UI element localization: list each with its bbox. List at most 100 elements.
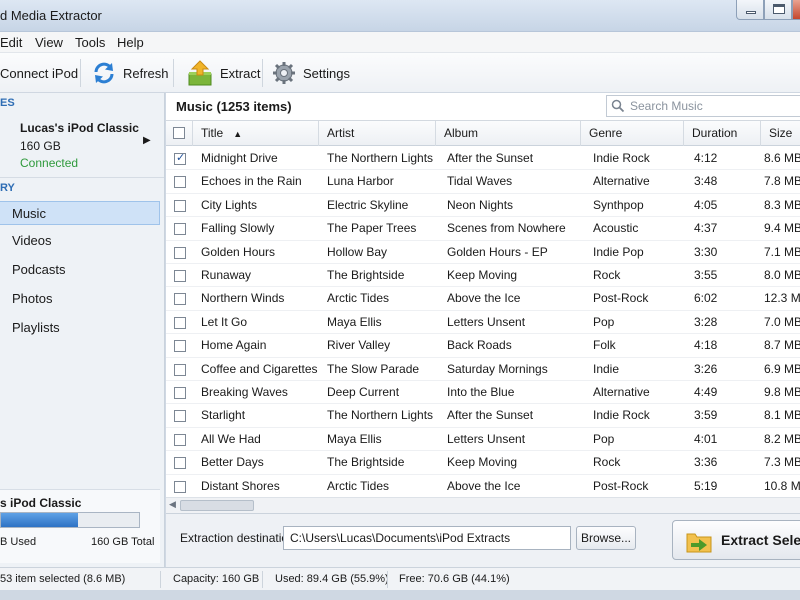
column-album[interactable]: Album — [436, 121, 581, 146]
column-duration[interactable]: Duration — [684, 121, 761, 146]
scroll-left-icon[interactable]: ◀ — [169, 499, 176, 510]
row-checkbox[interactable] — [174, 293, 186, 306]
gear-icon — [273, 62, 295, 84]
table-row[interactable]: Runaway The Brightside Keep Moving Rock 3:55… — [166, 264, 800, 288]
library-header: RY — [0, 182, 15, 194]
music-list-panel: Music (1253 items) Search Music Title ▲ A… — [166, 93, 800, 513]
cell-artist: The Northern Lights — [327, 408, 434, 423]
table-row[interactable]: Let It Go Maya Ellis Letters Unsent Pop 3:28… — [166, 311, 800, 335]
connect-ipod-button[interactable]: Connect iPod — [0, 53, 78, 93]
cell-duration: 4:49 — [694, 385, 718, 399]
cell-artist: Luna Harbor — [327, 174, 394, 189]
cell-album: After the Sunset — [447, 408, 534, 423]
toolbar-divider — [80, 59, 81, 87]
cell-genre: Alternative — [593, 174, 650, 189]
status-divider — [387, 571, 388, 588]
row-checkbox[interactable] — [174, 316, 186, 329]
sidebar-item-photos[interactable]: Photos — [0, 287, 160, 311]
sidebar-item-playlists[interactable]: Playlists — [0, 316, 160, 340]
table-row[interactable]: Home Again River Valley Back Roads Folk 4:18… — [166, 334, 800, 358]
cell-size: 8.6 MB — [764, 151, 800, 165]
row-checkbox[interactable] — [174, 340, 186, 353]
select-all-checkbox[interactable] — [173, 127, 185, 139]
row-checkbox[interactable] — [174, 457, 186, 470]
column-size[interactable]: Size — [761, 121, 800, 146]
search-icon — [611, 99, 625, 113]
extract-selected-button[interactable]: Extract Selected — [672, 520, 800, 560]
cell-duration: 4:18 — [694, 338, 718, 353]
table-row[interactable]: Coffee and Cigarettes The Slow Parade Satu… — [166, 358, 800, 381]
cell-album: Letters Unsent — [447, 431, 526, 446]
table-row[interactable]: Starlight The Northern Lights After the Su… — [166, 404, 800, 428]
table-row[interactable]: Northern Winds Arctic Tides Above the Ice P… — [166, 287, 800, 311]
maximize-button[interactable] — [764, 0, 792, 20]
table-row[interactable]: Breaking Waves Deep Current Into the Blue A… — [166, 381, 800, 405]
cell-size: 10.8 MB — [764, 478, 800, 493]
menu-help[interactable]: Help — [117, 35, 144, 50]
row-checkbox[interactable] — [174, 176, 186, 189]
toolbar: Connect iPod Refresh Extract Settings — [0, 53, 800, 93]
column-title[interactable]: Title ▲ — [193, 121, 319, 146]
table-row[interactable]: Echoes in the Rain Luna Harbor Tidal Waves… — [166, 170, 800, 194]
menu-tools[interactable]: Tools — [75, 35, 105, 50]
cell-genre: Indie Rock — [593, 408, 650, 423]
cell-duration: 4:37 — [694, 221, 718, 236]
column-genre[interactable]: Genre — [581, 121, 684, 146]
sidebar-item-videos[interactable]: Videos — [0, 229, 160, 253]
cell-title: Breaking Waves — [201, 385, 288, 399]
capacity-bar-fill — [1, 513, 79, 527]
sidebar-divider — [0, 177, 164, 178]
table-row[interactable]: City Lights Electric Skyline Neon Nights Sy… — [166, 194, 800, 218]
close-button[interactable] — [792, 0, 800, 20]
minimize-button[interactable] — [736, 0, 764, 20]
table-row[interactable]: Golden Hours Hollow Bay Golden Hours - EP I… — [166, 241, 800, 264]
row-checkbox[interactable] — [174, 433, 186, 446]
row-checkbox[interactable] — [174, 199, 186, 212]
sidebar-item-podcasts[interactable]: Podcasts — [0, 258, 160, 282]
column-artist[interactable]: Artist — [319, 121, 436, 146]
title-bar: d Media Extractor — [0, 0, 800, 32]
toolbar-divider — [173, 59, 174, 87]
row-checkbox[interactable] — [174, 223, 186, 236]
select-all-column[interactable] — [166, 121, 193, 146]
table-row[interactable]: Distant Shores Arctic Tides Above the Ice P… — [166, 475, 800, 498]
status-free: Free: 70.6 GB (44.1%) — [399, 573, 510, 585]
cell-title: Starlight — [201, 408, 246, 423]
cell-album: Neon Nights — [447, 197, 514, 212]
capacity-total-label: 160 GB Total — [91, 536, 155, 548]
row-checkbox[interactable] — [174, 246, 186, 259]
table-row[interactable]: All We Had Maya Ellis Letters Unsent Pop 4:0… — [166, 428, 800, 452]
cell-title: Golden Hours — [201, 244, 276, 259]
chevron-right-icon[interactable]: ▶ — [143, 135, 151, 146]
extract-icon — [188, 60, 212, 86]
destination-input[interactable]: C:\Users\Lucas\Documents\iPod Extracts — [283, 526, 571, 550]
extract-selected-label: Extract Selected — [721, 532, 800, 548]
extract-button[interactable]: Extract — [186, 53, 260, 93]
cell-title: City Lights — [201, 197, 258, 212]
browse-button[interactable]: Browse... — [576, 526, 636, 550]
cell-duration: 4:12 — [694, 151, 718, 165]
table-row[interactable]: Falling Slowly The Paper Trees Scenes from… — [166, 217, 800, 241]
table-header: Title ▲ Artist Album Genre Duration Size — [166, 120, 800, 146]
cell-genre: Acoustic — [593, 221, 639, 236]
table-row[interactable]: Better Days The Brightside Keep Moving Rock… — [166, 451, 800, 475]
refresh-button[interactable]: Refresh — [92, 53, 169, 93]
row-checkbox[interactable] — [174, 363, 186, 376]
row-checkbox[interactable] — [174, 387, 186, 399]
settings-button[interactable]: Settings — [272, 53, 350, 93]
menu-edit[interactable]: Edit — [0, 35, 22, 50]
horizontal-scrollbar[interactable]: ◀ — [166, 497, 800, 513]
sidebar-item-music[interactable]: Music — [0, 201, 160, 225]
scrollbar-thumb[interactable] — [180, 500, 254, 511]
search-box[interactable]: Search Music — [606, 95, 800, 117]
cell-title: Midnight Drive — [201, 151, 278, 165]
table-row[interactable]: Midnight Drive The Northern Lights After t… — [166, 147, 800, 171]
cell-genre: Rock — [593, 268, 621, 282]
menu-view[interactable]: View — [35, 35, 63, 50]
row-checkbox[interactable] — [174, 410, 186, 423]
row-checkbox[interactable] — [174, 270, 186, 282]
row-checkbox[interactable] — [174, 151, 186, 165]
device-capacity: 160 GB — [20, 139, 61, 153]
row-checkbox[interactable] — [174, 480, 186, 493]
device-item[interactable]: Lucas's iPod Classic 160 GB Connected ▶ — [0, 115, 164, 171]
